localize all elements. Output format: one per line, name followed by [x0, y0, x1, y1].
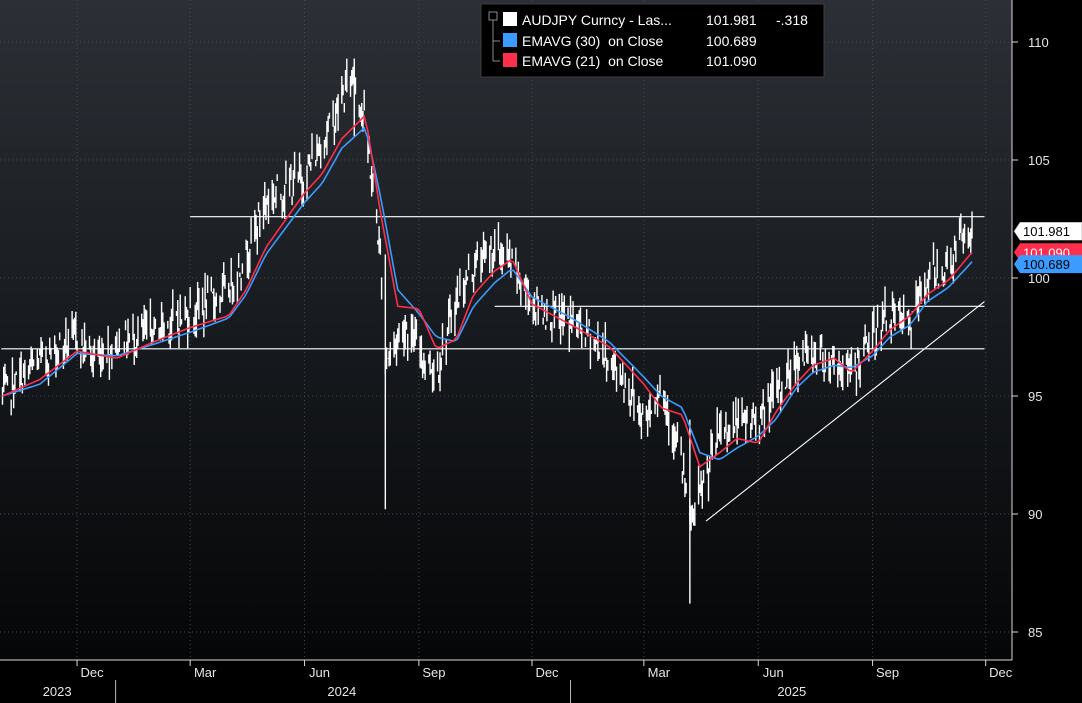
legend-swatch-ema21: [503, 53, 517, 67]
legend-value-price: 101.981: [706, 12, 757, 28]
price-badges: 101.981 101.090 100.689: [1013, 221, 1082, 274]
y-tick-label-0: 85: [1028, 625, 1042, 640]
y-tick-label-2: 95: [1028, 389, 1042, 404]
legend-label-ema21: EMAVG (21) on Close: [522, 53, 664, 69]
legend-change-price: -.318: [776, 12, 808, 28]
chart: 85 90 95 100 105 110 Dec Mar Jun Sep Dec Mar Jun Sep…: [0, 0, 1082, 703]
x-month-label-2: Jun: [309, 665, 330, 680]
badge-ema30: 100.689: [1014, 255, 1082, 274]
y-tick-label-1: 90: [1028, 507, 1042, 522]
x-month-label-7: Sep: [876, 665, 899, 680]
y-tick-label-3: 100: [1028, 271, 1050, 286]
legend-swatch-price: [503, 12, 517, 26]
y-tick-label-4: 105: [1028, 153, 1050, 168]
x-month-label-8: Dec: [989, 665, 1013, 680]
x-month-label-4: Dec: [535, 665, 559, 680]
x-month-label-5: Mar: [648, 665, 671, 680]
legend-value-ema21: 101.090: [706, 53, 757, 69]
badge-ema30-text: 100.689: [1023, 257, 1070, 272]
badge-last-text: 101.981: [1023, 224, 1070, 239]
badge-last: 101.981: [1013, 221, 1082, 241]
x-year-label-0: 2023: [43, 684, 72, 699]
legend-swatch-ema30: [503, 33, 517, 47]
x-month-label-1: Mar: [194, 665, 217, 680]
legend-label-ema30: EMAVG (30) on Close: [522, 33, 664, 49]
legend-label-price: AUDJPY Curncy - Las...: [522, 12, 672, 28]
legend[interactable]: AUDJPY Curncy - Las... 101.981 -.318 EMA…: [480, 3, 825, 78]
x-month-label-6: Jun: [763, 665, 784, 680]
x-year-label-2: 2025: [777, 684, 806, 699]
y-tick-label-5: 110: [1028, 35, 1049, 50]
x-month-label-0: Dec: [81, 665, 105, 680]
x-year-label-1: 2024: [327, 684, 356, 699]
legend-value-ema30: 100.689: [706, 33, 757, 49]
x-month-label-3: Sep: [422, 665, 445, 680]
axis-background: [1012, 0, 1082, 703]
